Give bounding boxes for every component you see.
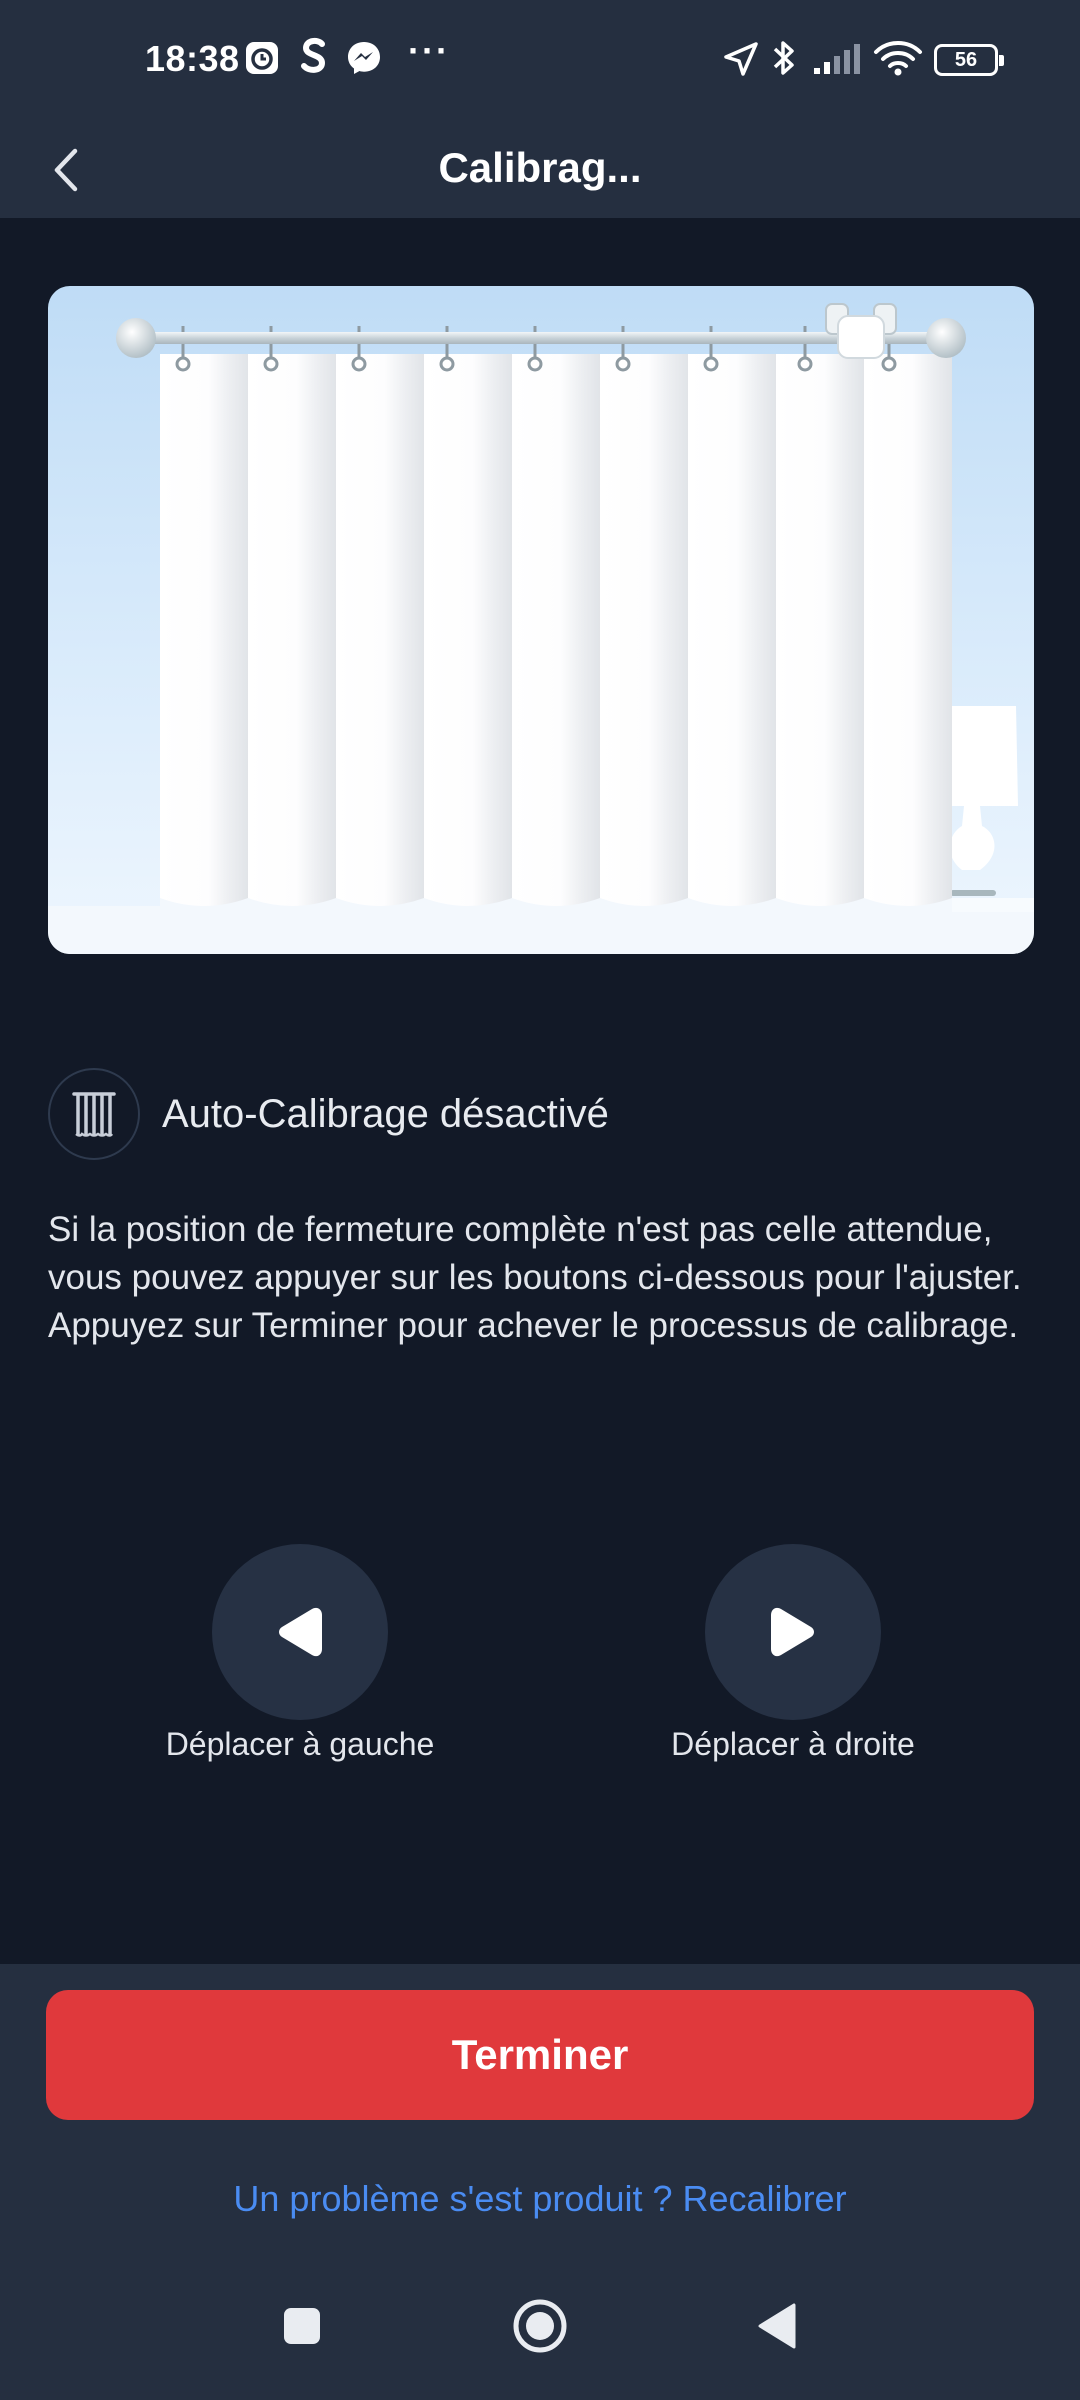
move-right-label: Déplacer à droite xyxy=(671,1726,915,1762)
home-circle-icon xyxy=(513,2299,567,2353)
move-left-label: Déplacer à gauche xyxy=(165,1726,435,1762)
curtain-panels xyxy=(160,354,952,926)
bottom-panel: Terminer Un problème s'est produit ? Rec… xyxy=(0,1964,1080,2400)
home-button[interactable] xyxy=(512,2298,568,2359)
curtain-motor-icon xyxy=(825,303,897,359)
curtain-illustration xyxy=(48,286,1034,954)
auto-calibration-status: Auto-Calibrage désactivé xyxy=(48,1068,609,1160)
system-nav-bar xyxy=(0,2264,1080,2400)
curtain-icon xyxy=(48,1068,140,1160)
move-left-button[interactable] xyxy=(212,1544,388,1720)
square-icon xyxy=(284,2308,320,2344)
play-right-icon xyxy=(771,1607,814,1657)
move-right-button[interactable] xyxy=(705,1544,881,1720)
alarm-app-icon xyxy=(244,40,280,81)
battery-icon: 56 xyxy=(934,44,1004,76)
status-bar: 18:38 ··· 56 xyxy=(0,0,1080,120)
s-app-icon xyxy=(300,36,328,81)
signal-icon xyxy=(812,44,862,81)
finish-button[interactable]: Terminer xyxy=(46,1990,1034,2120)
calibration-instructions: Si la position de fermeture complète n'e… xyxy=(48,1210,1022,1345)
back-nav-button[interactable] xyxy=(756,2302,798,2355)
page-title: Calibrag... xyxy=(438,144,642,191)
location-icon xyxy=(722,40,760,83)
recents-button[interactable] xyxy=(282,2306,322,2351)
status-time: 18:38 xyxy=(145,38,240,79)
wifi-icon xyxy=(872,40,924,83)
bluetooth-icon xyxy=(770,38,798,83)
messenger-icon xyxy=(346,40,382,81)
play-left-icon xyxy=(279,1607,322,1657)
auto-calibration-label: Auto-Calibrage désactivé xyxy=(162,1091,609,1136)
triangle-back-icon xyxy=(758,2303,796,2349)
app-header: Calibrag... xyxy=(0,120,1080,218)
recalibrate-link[interactable]: Un problème s'est produit ? Recalibrer xyxy=(0,2178,1080,2220)
more-dots-icon: ··· xyxy=(408,30,450,71)
